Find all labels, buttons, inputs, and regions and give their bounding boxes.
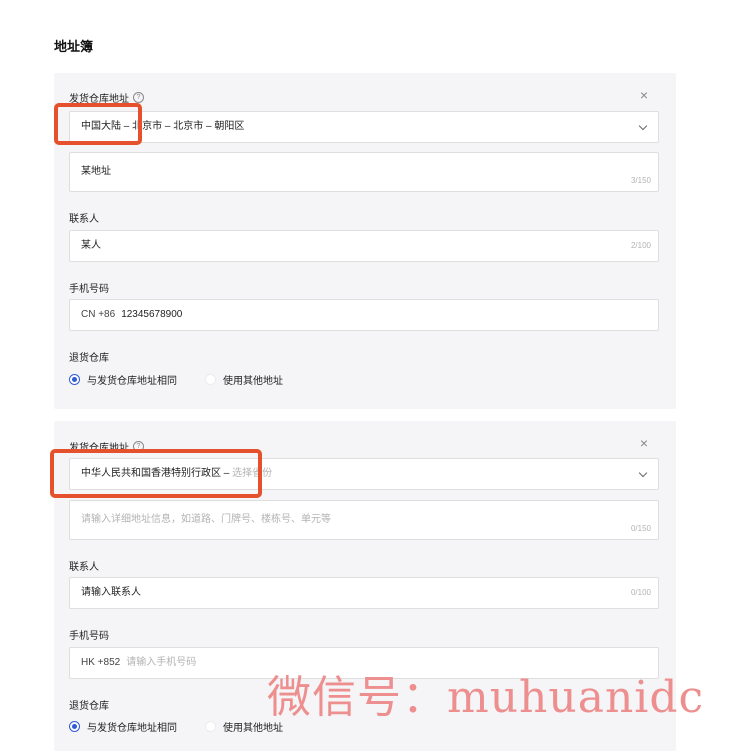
radio-unchecked-icon	[205, 374, 216, 385]
ship-address-label: 发货仓库地址 ?	[69, 90, 144, 105]
ship-address-label: 发货仓库地址 ?	[69, 439, 144, 454]
address-counter: 0/150	[630, 524, 651, 533]
return-radio-group: 与发货仓库地址相同 使用其他地址	[69, 372, 311, 387]
phone-value: 12345678900	[121, 309, 183, 320]
radio-unchecked-icon	[205, 721, 216, 732]
address-textarea[interactable]: 请输入详细地址信息，如道路、门牌号、楼栋号、单元等 0/150	[69, 500, 659, 540]
help-icon[interactable]: ?	[133, 441, 144, 452]
phone-label: 手机号码	[69, 631, 109, 642]
help-icon[interactable]: ?	[133, 92, 144, 103]
phone-input[interactable]: CN +86 12345678900	[69, 299, 659, 331]
watermark: 微信号：muhuanidc	[267, 672, 705, 723]
contact-value: 某人	[81, 240, 101, 251]
phone-country-code[interactable]: HK +852	[81, 657, 120, 668]
radio-same-label: 与发货仓库地址相同	[87, 376, 177, 387]
close-icon[interactable]: ×	[640, 88, 648, 102]
address-placeholder: 请输入详细地址信息，如道路、门牌号、楼栋号、单元等	[81, 514, 331, 525]
phone-country-code[interactable]: CN +86	[81, 309, 115, 320]
contact-label: 联系人	[69, 562, 99, 573]
ship-address-label-text: 发货仓库地址	[69, 94, 129, 105]
return-warehouse-label: 退货仓库	[69, 701, 109, 712]
phone-label: 手机号码	[69, 284, 109, 295]
chevron-down-icon	[638, 468, 648, 478]
address-counter: 3/150	[630, 176, 651, 185]
contact-label: 联系人	[69, 214, 99, 225]
radio-same-label: 与发货仓库地址相同	[87, 723, 177, 734]
page-title: 地址簿	[54, 39, 94, 54]
radio-same-address[interactable]: 与发货仓库地址相同	[69, 719, 177, 734]
radio-other-label: 使用其他地址	[223, 376, 283, 387]
region-value: 中国大陆 – 北京市 – 北京市 – 朝阳区	[81, 121, 245, 132]
region-select[interactable]: 中华人民共和国香港特别行政区 – 选择省份	[69, 458, 659, 490]
contact-input[interactable]: 请输入联系人 0/100	[69, 577, 659, 609]
address-value: 某地址	[81, 166, 111, 177]
ship-address-label-text: 发货仓库地址	[69, 443, 129, 454]
radio-same-address[interactable]: 与发货仓库地址相同	[69, 372, 177, 387]
address-card-1: 发货仓库地址 ? × 中国大陆 – 北京市 – 北京市 – 朝阳区 某地址 3/…	[54, 73, 676, 409]
chevron-down-icon	[638, 121, 648, 131]
radio-checked-icon	[69, 374, 80, 385]
radio-other-address[interactable]: 使用其他地址	[205, 372, 283, 387]
contact-placeholder: 请输入联系人	[81, 587, 141, 598]
close-icon[interactable]: ×	[640, 436, 648, 450]
contact-counter: 2/100	[630, 241, 651, 250]
region-select[interactable]: 中国大陆 – 北京市 – 北京市 – 朝阳区	[69, 111, 659, 143]
contact-counter: 0/100	[630, 588, 651, 597]
return-warehouse-label: 退货仓库	[69, 353, 109, 364]
address-textarea[interactable]: 某地址 3/150	[69, 152, 659, 192]
contact-input[interactable]: 某人 2/100	[69, 230, 659, 262]
radio-checked-icon	[69, 721, 80, 732]
phone-placeholder: 请输入手机号码	[126, 657, 197, 668]
region-value: 中华人民共和国香港特别行政区 – 选择省份	[81, 468, 273, 479]
